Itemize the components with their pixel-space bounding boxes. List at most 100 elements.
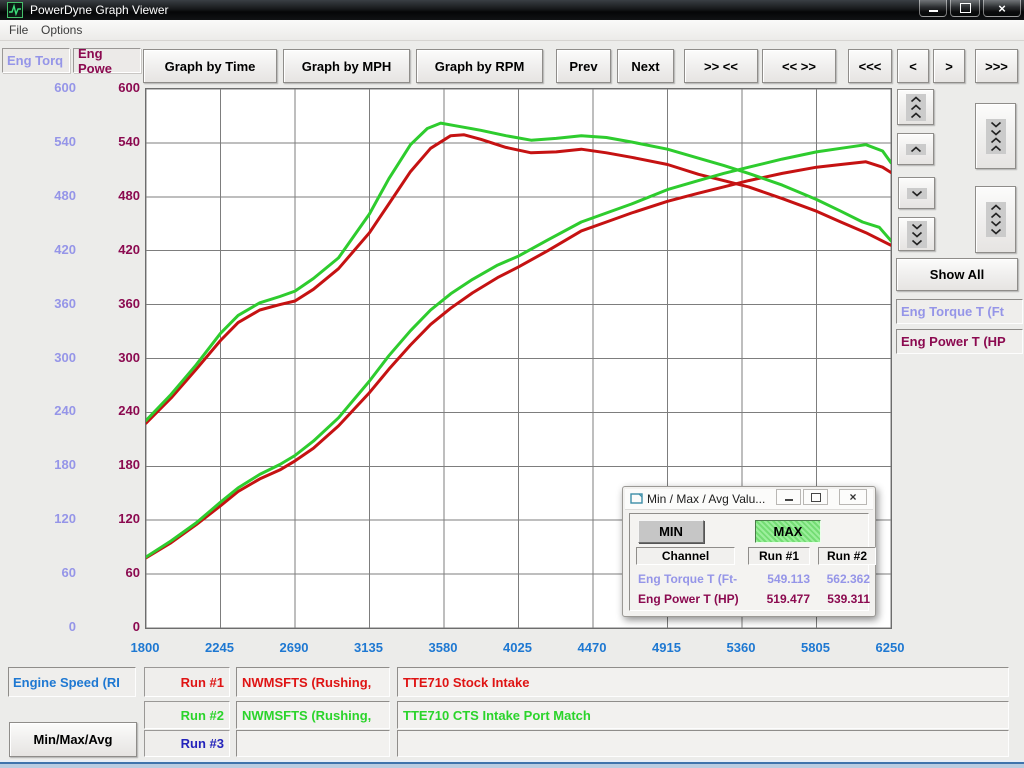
chevron-up-icon	[906, 144, 926, 155]
tab-eng-power[interactable]: Eng Powe	[73, 48, 141, 73]
zoom-out-x-button[interactable]: << >>	[762, 49, 836, 83]
app-window: PowerDyne Graph Viewer × File Options En…	[0, 0, 1024, 768]
y-tick-label-torque: 360	[16, 296, 76, 311]
tab-eng-torque-label: Eng Torq	[7, 53, 63, 68]
y-tick-label-torque: 420	[16, 242, 76, 257]
y-tick-label-power: 60	[80, 565, 140, 580]
close-button[interactable]: ×	[983, 0, 1021, 17]
y-tick-label-torque: 300	[16, 350, 76, 365]
run1-dyno-field[interactable]: NWMSFTS (Rushing,	[236, 667, 390, 697]
run3-dyno-field[interactable]	[236, 730, 390, 757]
y-scroll-fast-up-button[interactable]	[897, 89, 934, 125]
scroll-far-right-button[interactable]: >>>	[975, 49, 1018, 83]
window-title: PowerDyne Graph Viewer	[30, 3, 169, 17]
torque-channel-button[interactable]: Eng Torque T (Ft	[896, 299, 1023, 324]
minimize-icon	[929, 10, 938, 12]
min-button[interactable]: MIN	[638, 520, 704, 543]
collapse-vertical-icon	[986, 119, 1006, 154]
y-tick-label-power: 420	[80, 242, 140, 257]
x-tick-label: 3580	[408, 640, 478, 655]
show-all-button[interactable]: Show All	[896, 258, 1018, 291]
next-button[interactable]: Next	[617, 49, 674, 83]
y-tick-label-torque: 480	[16, 188, 76, 203]
x-tick-label: 5805	[781, 640, 851, 655]
x-tick-label: 5360	[706, 640, 776, 655]
run1-label: Run #1	[144, 667, 230, 697]
minmax-row-run2-value: 562.362	[818, 572, 870, 586]
x-tick-label: 3135	[334, 640, 404, 655]
form-icon	[630, 493, 644, 505]
run1-description-field[interactable]: TTE710 Stock Intake	[397, 667, 1009, 697]
y-tick-label-power: 180	[80, 457, 140, 472]
y-tick-label-torque: 540	[16, 134, 76, 149]
y-scroll-down-button[interactable]	[898, 177, 935, 209]
chevron-down-icon	[907, 188, 927, 199]
y-tick-label-power: 360	[80, 296, 140, 311]
y-tick-label-power: 480	[80, 188, 140, 203]
y-tick-label-torque: 60	[16, 565, 76, 580]
run1-column-header[interactable]: Run #1	[748, 547, 810, 565]
minimize-button[interactable]	[919, 0, 947, 17]
minmax-row-channel: Eng Torque T (Ft-	[638, 572, 737, 586]
scroll-left-button[interactable]: <	[897, 49, 929, 83]
minmax-row-run2-value: 539.311	[818, 592, 870, 606]
minimize-icon	[785, 499, 793, 501]
run2-dyno-field[interactable]: NWMSFTS (Rushing,	[236, 701, 390, 729]
prev-button[interactable]: Prev	[556, 49, 611, 83]
y-tick-label-torque: 180	[16, 457, 76, 472]
run2-column-header[interactable]: Run #2	[818, 547, 876, 565]
graph-by-rpm-button[interactable]: Graph by RPM	[416, 49, 543, 83]
triple-chevron-up-icon	[906, 94, 926, 121]
minmax-close-button[interactable]: ×	[839, 489, 867, 505]
window-bottom-border	[0, 760, 1024, 768]
run2-description-field[interactable]: TTE710 CTS Intake Port Match	[397, 701, 1009, 729]
minmax-window-title: Min / Max / Avg Valu...	[647, 492, 765, 506]
x-tick-label: 2690	[259, 640, 329, 655]
minmax-row-run1-value: 519.477	[750, 592, 810, 606]
expand-vertical-icon	[986, 202, 1006, 237]
graph-by-time-button[interactable]: Graph by Time	[143, 49, 277, 83]
minmax-row-run1-value: 549.113	[750, 572, 810, 586]
menu-options[interactable]: Options	[41, 23, 82, 37]
run3-description-field[interactable]	[397, 730, 1009, 757]
zoom-in-x-button[interactable]: >> <<	[684, 49, 758, 83]
y-tick-label-torque: 0	[16, 619, 76, 634]
y-tick-label-power: 300	[80, 350, 140, 365]
y-tick-label-power: 0	[80, 619, 140, 634]
menu-file[interactable]: File	[9, 23, 28, 37]
minmaxavg-button[interactable]: Min/Max/Avg	[9, 722, 137, 757]
close-icon: ×	[849, 490, 856, 504]
max-button[interactable]: MAX	[755, 520, 821, 543]
minmax-restore-button[interactable]	[803, 489, 828, 505]
tab-eng-power-label: Eng Powe	[78, 46, 140, 76]
y-tick-label-power: 120	[80, 511, 140, 526]
minmax-title-bar[interactable]: Min / Max / Avg Valu...	[625, 489, 873, 510]
x-axis-channel-label: Engine Speed (RI	[8, 667, 136, 697]
y-tick-label-power: 240	[80, 403, 140, 418]
x-tick-label: 2245	[185, 640, 255, 655]
x-tick-label: 4470	[557, 640, 627, 655]
x-tick-label: 4025	[483, 640, 553, 655]
channel-column-header[interactable]: Channel	[636, 547, 735, 565]
y-tick-label-power: 600	[80, 80, 140, 95]
x-tick-label: 4915	[632, 640, 702, 655]
y-zoom-out-button[interactable]	[975, 186, 1016, 253]
graph-by-mph-button[interactable]: Graph by MPH	[283, 49, 410, 83]
y-tick-label-torque: 120	[16, 511, 76, 526]
restore-icon	[960, 3, 971, 13]
power-channel-button[interactable]: Eng Power T (HP	[896, 329, 1023, 354]
y-scroll-up-button[interactable]	[897, 133, 934, 165]
y-scroll-fast-down-button[interactable]	[898, 217, 935, 251]
x-tick-label: 1800	[110, 640, 180, 655]
scroll-far-left-button[interactable]: <<<	[848, 49, 892, 83]
app-icon	[7, 2, 23, 18]
minmax-minimize-button[interactable]	[776, 489, 801, 505]
menu-bar: File Options	[0, 20, 1024, 41]
y-zoom-in-button[interactable]	[975, 103, 1016, 169]
triple-chevron-down-icon	[907, 221, 927, 248]
scroll-right-button[interactable]: >	[933, 49, 965, 83]
minmax-values-window: Min / Max / Avg Valu... × MIN MAX Channe…	[622, 486, 876, 617]
tab-eng-torque[interactable]: Eng Torq	[2, 48, 70, 73]
maximize-button[interactable]	[950, 0, 980, 17]
title-bar: PowerDyne Graph Viewer ×	[0, 0, 1024, 20]
